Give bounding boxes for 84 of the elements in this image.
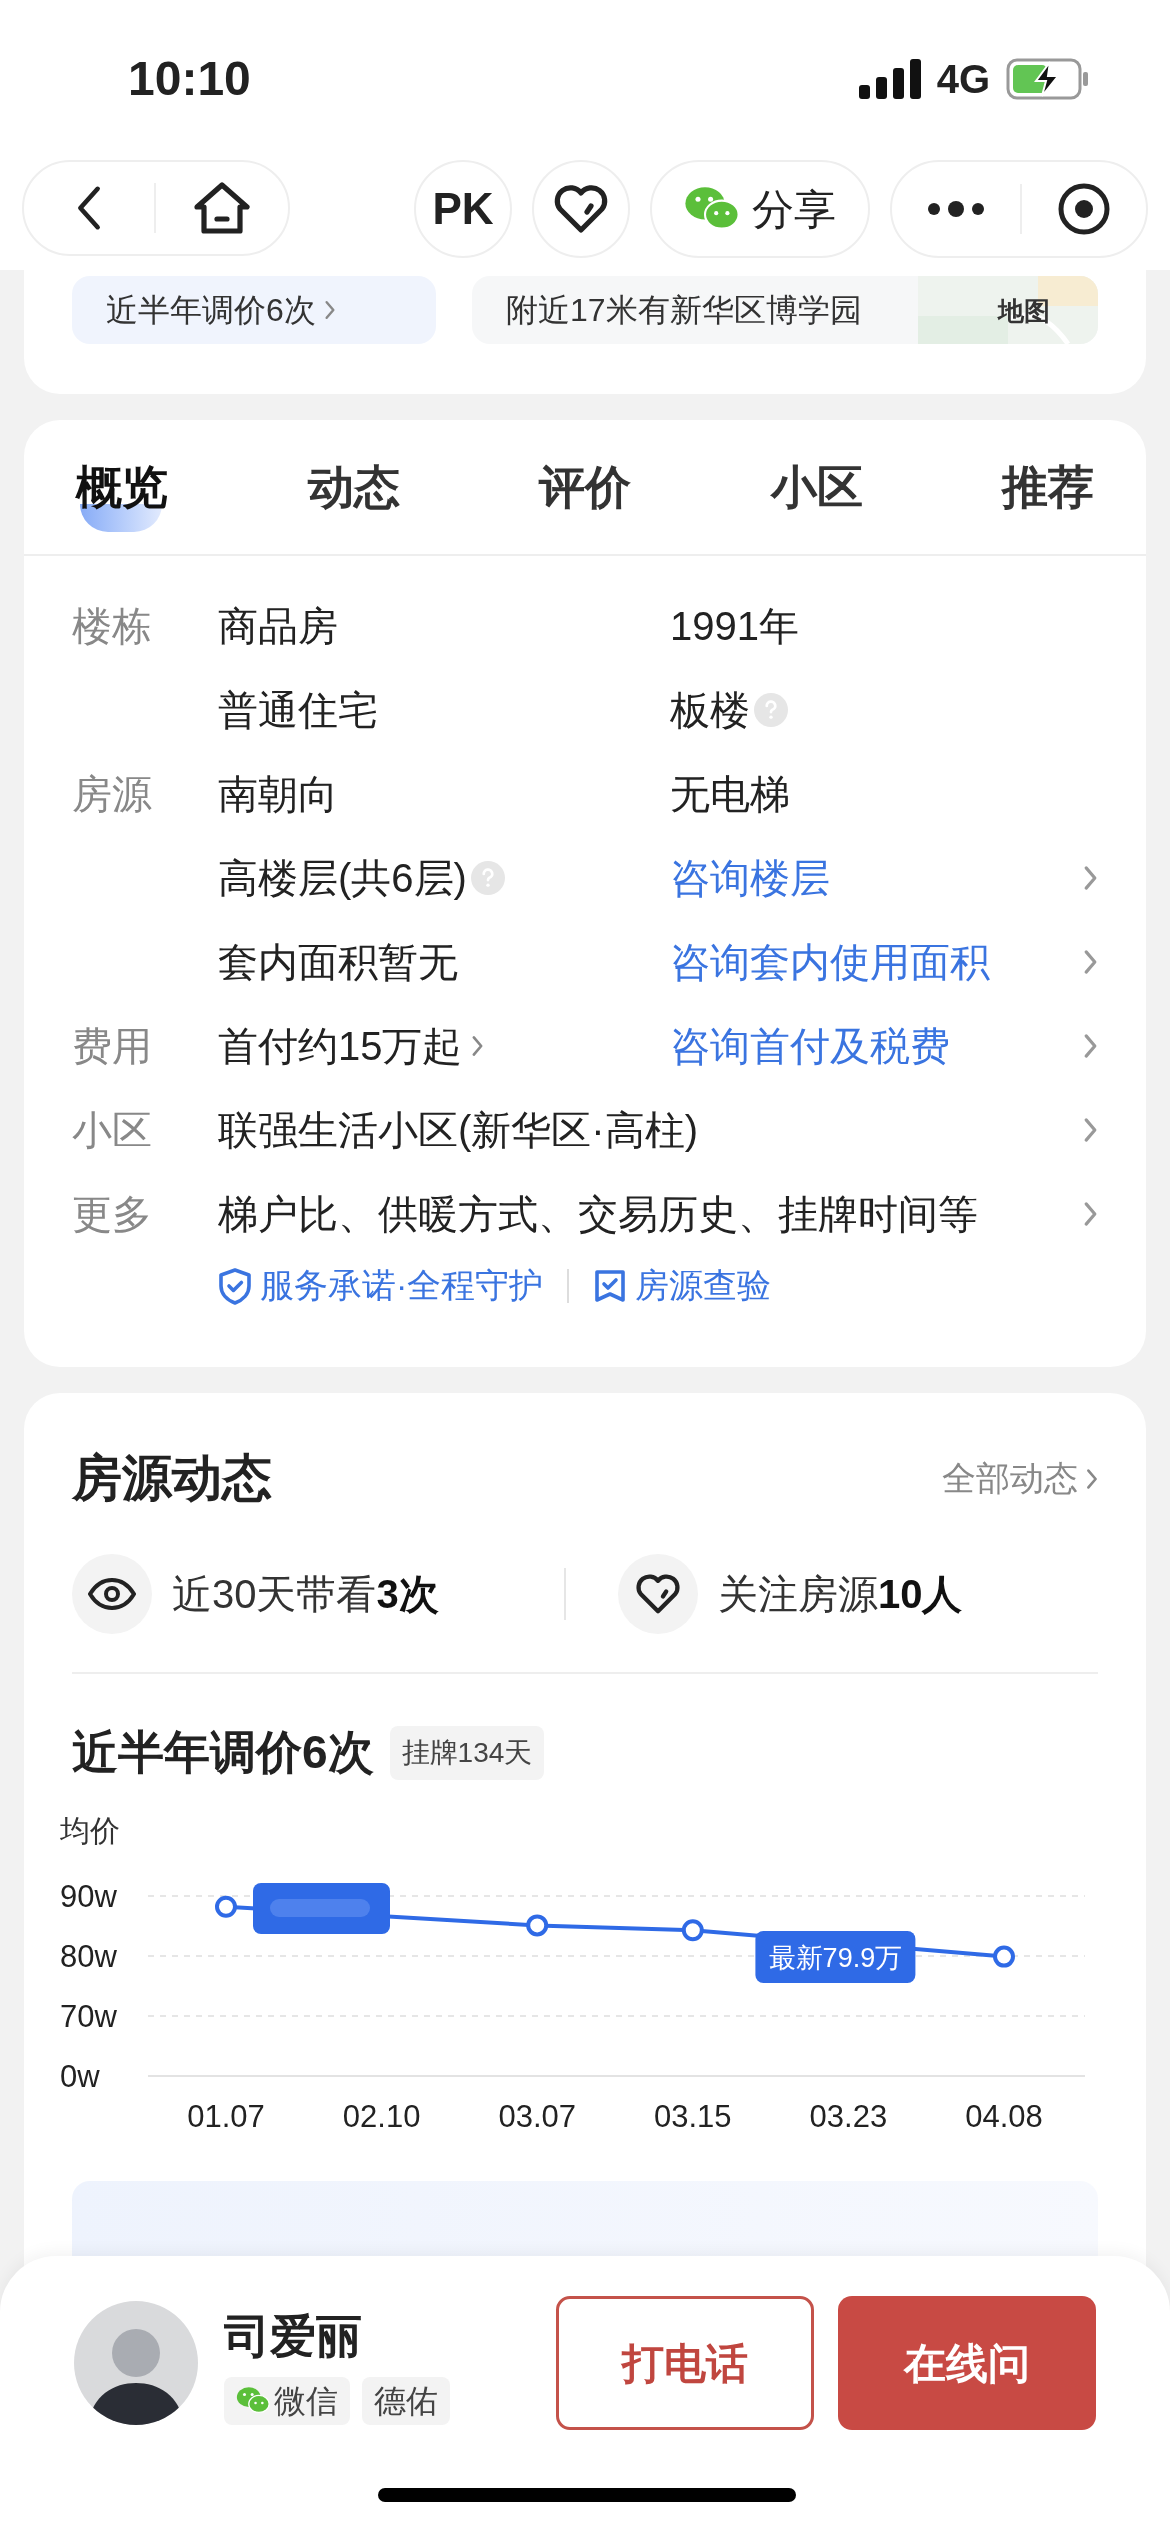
price-tag: 最新79.9万: [755, 1931, 916, 1983]
battery-icon: [1006, 58, 1090, 100]
row-label: 房源: [72, 772, 152, 816]
section-tab[interactable]: 概览: [76, 452, 168, 532]
annotation: 最新79.9万: [768, 1943, 903, 1973]
consult-link[interactable]: 咨询楼层: [670, 848, 830, 908]
home-icon: [193, 181, 251, 235]
price-change-title: 近半年调价6次: [72, 1725, 374, 1780]
wechat-icon: [236, 2386, 270, 2415]
row-label: 小区: [72, 1108, 152, 1152]
axis-tick-label: 03.15: [654, 2099, 732, 2134]
section-tab[interactable]: 推荐: [1002, 452, 1094, 532]
row-value: 首付约15万起: [218, 1023, 463, 1070]
agent-name: 司爱丽: [224, 2308, 363, 2364]
agent-tag: 德佑: [362, 2376, 450, 2425]
axis-tick-label: 0w: [60, 2059, 100, 2094]
status-time: 10:10: [128, 51, 251, 107]
axis-tick-label: 90w: [60, 1879, 117, 1914]
call-button[interactable]: 打电话: [556, 2296, 814, 2430]
chevron-icon: [470, 1035, 484, 1057]
help-icon: [470, 861, 505, 895]
data-point: [526, 1914, 549, 1937]
all-dynamics-link[interactable]: 全部动态: [942, 1453, 1098, 1504]
row-value: 普通住宅: [218, 687, 378, 734]
assurance-link[interactable]: 房源查验: [593, 1260, 772, 1311]
signal-icon: [858, 59, 921, 99]
heart-icon: [553, 184, 609, 234]
target-icon: [1057, 182, 1111, 236]
axis-tick-label: 02.10: [342, 2099, 421, 2134]
pk-button[interactable]: PK: [414, 160, 512, 258]
row-label: 费用: [72, 1024, 152, 1068]
agent-tag: 微信: [224, 2376, 350, 2425]
row-value: 梯户比、供暖方式、交易历史、挂牌时间等: [218, 1191, 978, 1238]
section-tab[interactable]: 动态: [307, 452, 400, 532]
back-icon: [76, 185, 102, 231]
consult-link[interactable]: 咨询首付及税费: [670, 1016, 950, 1076]
favorite-button[interactable]: [532, 160, 630, 258]
checkbox-icon: [593, 1267, 628, 1304]
chevron-icon: [1083, 1201, 1098, 1227]
row-value: 1991年: [670, 603, 799, 650]
axis-tick-label: 03.07: [498, 2099, 576, 2134]
online-chat-button[interactable]: 在线问: [838, 2296, 1096, 2430]
shield-icon: [218, 1266, 252, 1305]
row-value: 板楼: [670, 687, 750, 734]
data-point: [993, 1945, 1015, 1968]
share-button[interactable]: 分享: [650, 160, 870, 258]
stat-text: 关注房源10人: [718, 1571, 963, 1618]
more-icon: [926, 199, 986, 219]
nearby-text: 附近17米有新华区博学园: [506, 291, 862, 330]
chevron-icon: [1083, 949, 1098, 975]
row-value: 商品房: [218, 603, 338, 650]
row-value: 无电梯: [670, 771, 790, 818]
network-label: 4G: [936, 56, 990, 103]
section-title: 房源动态: [72, 1449, 272, 1508]
axis-tick-label: 80w: [60, 1939, 117, 1974]
section-tab[interactable]: 评价: [539, 452, 631, 532]
data-point: [215, 1895, 237, 1918]
assurance-link[interactable]: 服务承诺·全程守护: [218, 1260, 544, 1311]
listing-badge: 挂牌134天: [389, 1725, 545, 1780]
axis-tick-label: 04.08: [965, 2099, 1043, 2134]
price-change-text: 近半年调价6次: [106, 291, 316, 330]
row-value: 南朝向: [218, 771, 338, 818]
chevron-icon: [1083, 865, 1098, 891]
data-point: [681, 1919, 704, 1942]
consult-link[interactable]: 咨询套内使用面积: [670, 932, 990, 992]
stat-text: 近30天带看3次: [172, 1571, 439, 1618]
map-label: 地图: [998, 295, 1050, 328]
row-value: 套内面积暂无: [218, 939, 458, 986]
axis-label: 均价: [60, 1814, 120, 1847]
axis-tick-label: 01.07: [187, 2099, 265, 2134]
row-label: 楼栋: [72, 604, 152, 648]
section-tab[interactable]: 小区: [770, 452, 863, 532]
axis-tick-label: 03.23: [809, 2099, 888, 2134]
chevron-icon: [1086, 1467, 1098, 1490]
map-tile[interactable]: 附近17米有新华区博学园 地图: [472, 276, 1098, 344]
chevron-icon: [1083, 1033, 1098, 1059]
row-value: 联强生活小区(新华区·高柱): [218, 1107, 698, 1154]
row-label: 更多: [72, 1192, 152, 1236]
row-value: 高楼层(共6层): [218, 855, 467, 902]
chevron-icon: [323, 300, 336, 320]
chevron-icon: [1083, 1117, 1098, 1143]
price-tile[interactable]: 近半年调价6次: [72, 276, 436, 344]
help-icon: [754, 693, 788, 727]
axis-tick-label: 70w: [60, 1999, 117, 2034]
